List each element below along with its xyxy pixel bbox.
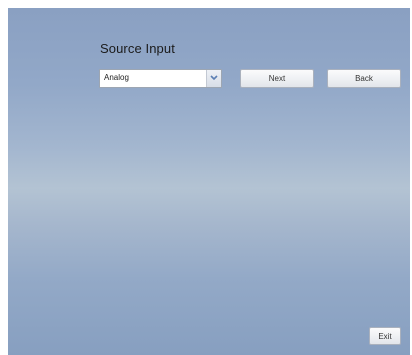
back-button[interactable]: Back [327, 69, 401, 88]
dropdown-button[interactable] [206, 70, 221, 87]
source-input-select[interactable]: Analog [99, 69, 222, 88]
next-button[interactable]: Next [240, 69, 314, 88]
chevron-down-icon [210, 75, 218, 81]
exit-button[interactable]: Exit [369, 327, 401, 345]
window: Source Input Analog Next Back Exit [0, 0, 412, 355]
page-title: Source Input [100, 41, 175, 56]
main-panel [8, 8, 410, 355]
source-input-value: Analog [104, 73, 129, 82]
